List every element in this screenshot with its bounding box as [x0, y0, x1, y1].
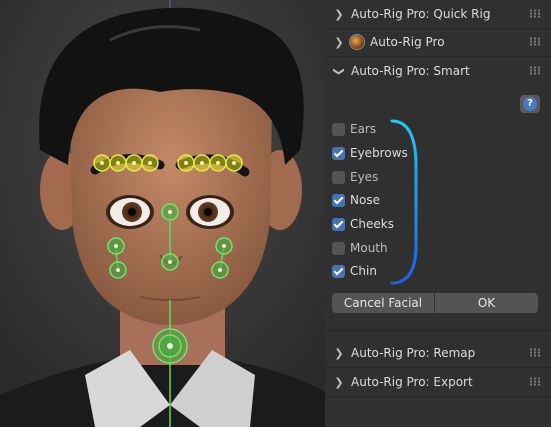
- eyes-checkbox[interactable]: [332, 170, 345, 184]
- selection-bracket-annotation: [390, 119, 418, 285]
- option-label: Ears: [350, 122, 377, 136]
- chevron-right-icon: ❯: [334, 35, 344, 49]
- cancel-facial-label: Cancel Facial: [343, 296, 423, 310]
- 3d-viewport[interactable]: [0, 0, 325, 427]
- chevron-down-icon: ❯: [332, 66, 346, 76]
- chevron-right-icon: ❯: [334, 7, 344, 21]
- option-label: Nose: [350, 193, 380, 207]
- panel-header-quick-rig[interactable]: ❯ Auto-Rig Pro: Quick Rig: [325, 0, 551, 28]
- help-icon: ?: [523, 97, 537, 111]
- chin-checkbox[interactable]: [332, 264, 345, 278]
- panel-header-title: Auto-Rig Pro: Remap: [351, 346, 476, 360]
- option-mouth[interactable]: Mouth: [332, 238, 388, 258]
- chevron-right-icon: ❯: [334, 375, 344, 389]
- option-label: Eyes: [350, 170, 379, 184]
- option-ears[interactable]: Ears: [332, 119, 376, 139]
- chevron-right-icon: ❯: [334, 346, 344, 360]
- option-eyes[interactable]: Eyes: [332, 167, 378, 187]
- character-head-render: [0, 0, 325, 427]
- option-label: Chin: [350, 264, 377, 278]
- drag-grip-icon[interactable]: [529, 348, 541, 357]
- panel-header-title: Auto-Rig Pro: Export: [351, 375, 473, 389]
- panel-header-title: Auto-Rig Pro: [370, 35, 445, 49]
- drag-grip-icon[interactable]: [529, 377, 541, 386]
- cancel-facial-button[interactable]: Cancel Facial: [332, 293, 434, 313]
- panel-header-title: Auto-Rig Pro: Smart: [351, 64, 470, 78]
- drag-grip-icon[interactable]: [529, 9, 541, 18]
- cheeks-checkbox[interactable]: [332, 217, 345, 231]
- panel-header-auto-rig-pro[interactable]: ❯ Auto-Rig Pro: [325, 28, 551, 56]
- option-cheeks[interactable]: Cheeks: [332, 214, 394, 234]
- auto-rig-pro-sidebar: ❯ Auto-Rig Pro: Quick Rig ❯ Auto-Rig Pro…: [325, 0, 551, 427]
- option-label: Mouth: [350, 241, 388, 255]
- option-chin[interactable]: Chin: [332, 261, 377, 281]
- drag-grip-icon[interactable]: [529, 37, 541, 46]
- panel-header-remap[interactable]: ❯ Auto-Rig Pro: Remap: [325, 339, 551, 367]
- panel-header-title: Auto-Rig Pro: Quick Rig: [351, 7, 491, 21]
- panel-header-smart[interactable]: ❯ Auto-Rig Pro: Smart: [325, 57, 551, 85]
- ears-checkbox[interactable]: [332, 122, 345, 136]
- option-nose[interactable]: Nose: [332, 190, 380, 210]
- eyebrows-checkbox[interactable]: [332, 146, 345, 160]
- mouth-checkbox[interactable]: [332, 241, 345, 255]
- ok-button[interactable]: OK: [435, 293, 538, 313]
- auto-rig-pro-logo-icon: [349, 34, 365, 50]
- drag-grip-icon[interactable]: [529, 66, 541, 75]
- help-button[interactable]: ?: [520, 95, 540, 113]
- panel-header-export[interactable]: ❯ Auto-Rig Pro: Export: [325, 368, 551, 396]
- nose-checkbox[interactable]: [332, 193, 345, 207]
- ok-label: OK: [477, 296, 496, 310]
